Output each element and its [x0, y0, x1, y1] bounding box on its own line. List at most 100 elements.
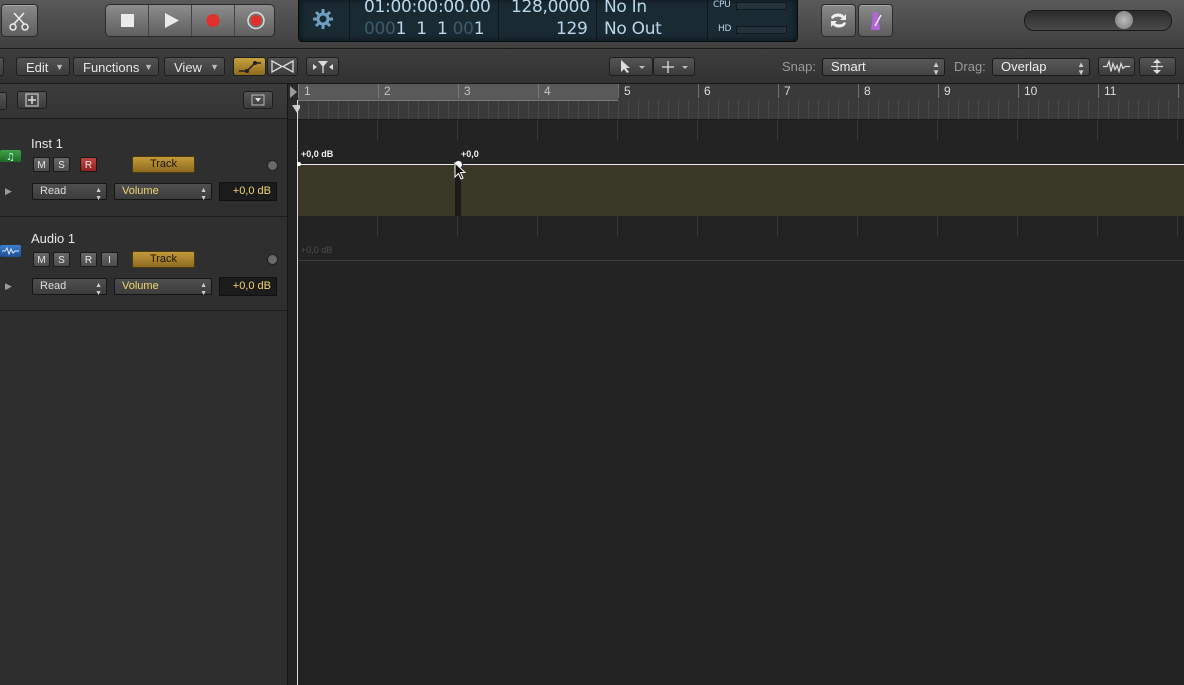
record-enable-button[interactable]: R	[80, 157, 97, 172]
drag-popup[interactable]: Overlap ▲ ▼	[992, 58, 1090, 77]
cpu-label: CPU	[713, 0, 731, 10]
arrange-toolbar: Edit ▼ Functions ▼ View ▼ Snap: Smart ▲ ▼ Dra…	[0, 49, 1184, 84]
record-enable-button[interactable]: R	[80, 252, 97, 267]
bars-beats-display[interactable]: 0001 1 1 001	[364, 19, 485, 39]
ruler-bar-tick	[778, 84, 779, 98]
library-toggle-button[interactable]	[1, 4, 38, 37]
track-automation-button[interactable]: Track	[132, 156, 195, 173]
volume-knob[interactable]	[1115, 11, 1133, 29]
crosshair-icon	[662, 61, 688, 73]
instrument-track-icon: ♫	[0, 150, 21, 163]
automation-mode-select[interactable]: Read ▲ ▼	[32, 183, 107, 202]
ruler-bar-tick	[1018, 84, 1019, 98]
automation-node[interactable]	[297, 162, 301, 166]
playhead-catch-icon	[313, 61, 333, 73]
automation-toggle-button[interactable]	[233, 57, 266, 76]
timecode-display[interactable]: 01:00:00:00.00	[364, 0, 491, 17]
scissors-icon	[9, 12, 29, 31]
playhead-marker-icon[interactable]	[288, 84, 300, 120]
pointer-icon	[621, 60, 645, 73]
bar-grid-line	[457, 120, 458, 140]
vertical-zoom-button[interactable]	[1139, 57, 1176, 76]
capture-record-button[interactable]	[235, 5, 274, 36]
bar-grid-line	[697, 120, 698, 140]
ruler-bar-tick	[938, 84, 939, 98]
global-tracks-button[interactable]	[243, 91, 273, 109]
tempo-display[interactable]: 128,0000	[511, 0, 590, 17]
output-display[interactable]: No Out	[604, 19, 662, 39]
gear-icon[interactable]	[311, 7, 335, 31]
input-monitor-button[interactable]: I	[101, 252, 118, 267]
automation-lane-inst1[interactable]	[297, 165, 1184, 216]
waveform-zoom-button[interactable]	[1098, 57, 1135, 76]
crosshair-tool-menu[interactable]	[653, 57, 695, 76]
bar-grid-line	[377, 216, 378, 236]
functions-menu[interactable]: Functions ▼	[73, 57, 159, 76]
play-icon	[165, 13, 179, 28]
hd-label: HD	[718, 24, 732, 34]
solo-button[interactable]: S	[53, 157, 70, 172]
flex-button[interactable]	[267, 57, 298, 76]
automation-value-field[interactable]: +0,0 dB	[219, 182, 277, 201]
automation-point-label: +0,0	[461, 149, 479, 159]
playhead[interactable]	[297, 100, 298, 685]
ruler-bar-number: 8	[864, 84, 871, 98]
automation-parameter-select[interactable]: Volume ▲ ▼	[114, 278, 212, 297]
bar-grid-line	[857, 216, 858, 236]
track-automation-button[interactable]: Track	[132, 251, 195, 268]
edit-menu[interactable]: Edit ▼	[16, 57, 70, 76]
metronome-button[interactable]	[858, 4, 893, 37]
capture-record-icon	[247, 11, 265, 30]
cycle-region[interactable]	[298, 84, 618, 101]
pointer-tool-menu[interactable]	[609, 57, 653, 76]
ruler-bar-number: 6	[704, 84, 711, 98]
bar-grid-line	[617, 120, 618, 140]
vertical-zoom-icon	[1151, 59, 1163, 74]
bar-grid-line	[937, 120, 938, 140]
ruler-bar-number: 10	[1024, 84, 1038, 98]
track-header-inst1[interactable]: ♫ Inst 1 M S R Track ▶ Read ▲ ▼ Volume ▲ ▼ +…	[0, 119, 287, 217]
volume-automation-line[interactable]	[297, 164, 1184, 165]
ruler-bar-number: 9	[944, 84, 951, 98]
chevron-down-icon	[251, 94, 265, 106]
play-button[interactable]	[149, 5, 192, 36]
solo-button[interactable]: S	[53, 252, 70, 267]
flex-icon	[271, 59, 294, 74]
master-volume-slider[interactable]	[1024, 10, 1172, 31]
plus-icon	[25, 93, 39, 107]
input-display[interactable]: No In	[604, 0, 647, 17]
volume-automation-line-audio1[interactable]	[297, 260, 1184, 261]
cycle-button[interactable]	[821, 4, 856, 37]
bar-grid-line	[1177, 120, 1178, 140]
svg-text:♫: ♫	[6, 152, 15, 162]
signature-display[interactable]: 129	[556, 19, 588, 39]
automation-mode-select[interactable]: Read ▲ ▼	[32, 278, 107, 297]
track-name[interactable]: Audio 1	[31, 231, 75, 246]
disclosure-triangle-icon[interactable]: ▶	[5, 186, 12, 197]
snap-label: Snap:	[782, 59, 816, 74]
mute-button[interactable]: M	[33, 252, 50, 267]
hd-meter	[736, 26, 787, 34]
bar-grid-line	[777, 120, 778, 140]
catch-button[interactable]	[306, 57, 339, 76]
audio-track-icon	[0, 245, 21, 257]
record-button[interactable]	[192, 5, 235, 36]
snap-popup[interactable]: Smart ▲ ▼	[822, 58, 945, 77]
disclosure-triangle-icon[interactable]: ▶	[5, 281, 12, 292]
stop-icon	[121, 14, 134, 27]
drag-label: Drag:	[954, 59, 986, 74]
automation-value-field[interactable]: +0,0 dB	[219, 277, 277, 296]
bar-grid-line	[937, 216, 938, 236]
add-track-button[interactable]	[17, 91, 47, 109]
track-header-audio1[interactable]: Audio 1 M S R I Track ▶ Read ▲ ▼ Volume ▲ ▼ …	[0, 217, 287, 311]
automation-parameter-select[interactable]: Volume ▲ ▼	[114, 183, 212, 202]
ruler-bar-number: 11	[1104, 84, 1117, 98]
bar-grid-line	[457, 216, 458, 236]
bar-grid-line	[537, 120, 538, 140]
view-menu[interactable]: View ▼	[164, 57, 225, 76]
stop-button[interactable]	[106, 5, 149, 36]
control-bar: 01:00:00:00.00 0001 1 1 001 128,0000 129…	[0, 0, 1184, 49]
mute-button[interactable]: M	[33, 157, 50, 172]
track-name[interactable]: Inst 1	[31, 136, 63, 151]
ruler-bar-number: 5	[624, 84, 631, 98]
